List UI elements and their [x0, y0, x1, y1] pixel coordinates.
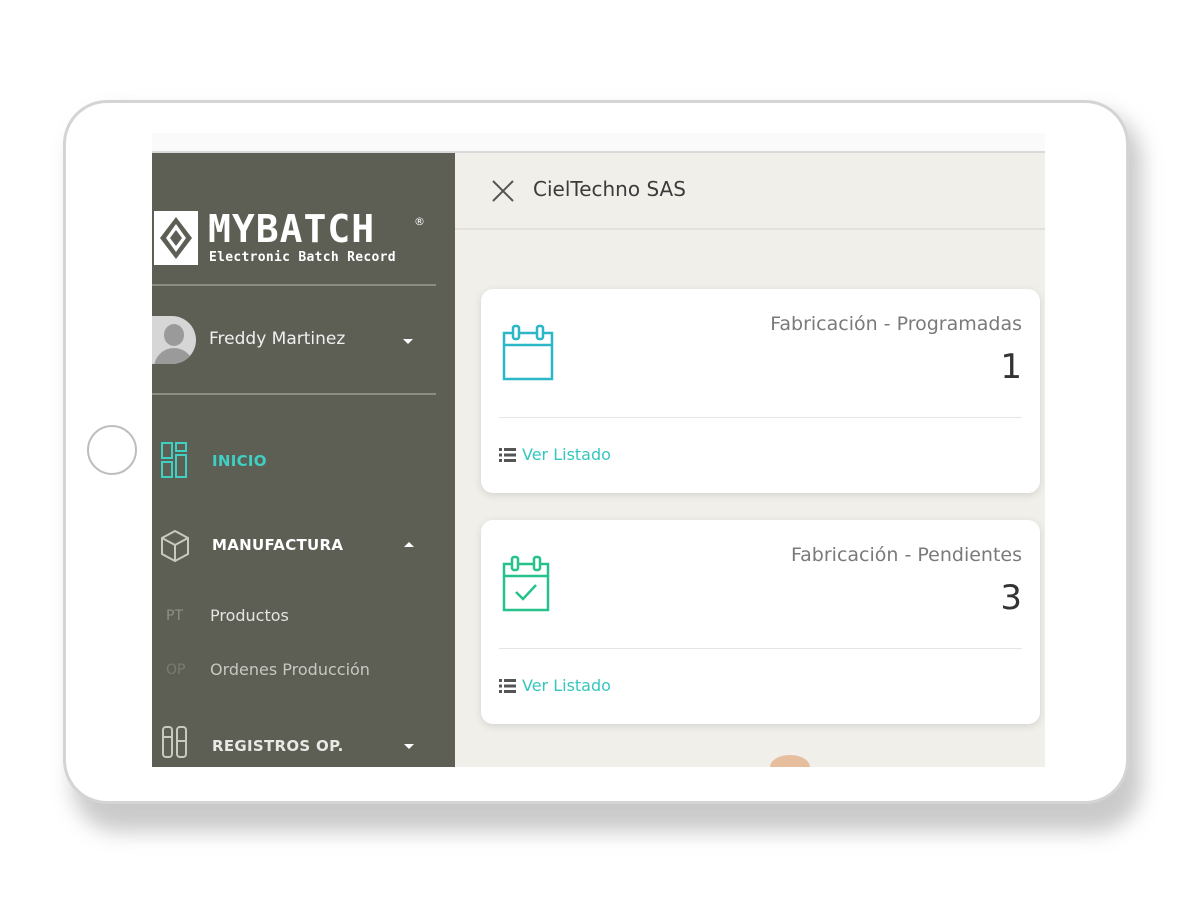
- box-icon: [161, 529, 189, 563]
- app-screen: MYBATCH ® Electronic Batch Record Freddy…: [152, 133, 1045, 767]
- chevron-down-icon: [403, 339, 413, 344]
- list-icon: [499, 448, 516, 462]
- chevron-up-icon: [404, 542, 414, 547]
- sidebar-item-productos[interactable]: PT Productos: [152, 602, 442, 632]
- top-band: [152, 133, 1045, 153]
- nav-item-manufactura[interactable]: MANUFACTURA: [152, 529, 442, 573]
- card-fabricacion-programadas: Fabricación - Programadas 1 Ver Listado: [481, 289, 1040, 493]
- card-title: Fabricación - Pendientes: [790, 544, 1022, 566]
- user-name: Freddy Martinez: [209, 329, 346, 349]
- card-count: 3: [1000, 578, 1022, 618]
- sidebar-divider: [152, 284, 436, 286]
- chevron-down-icon: [404, 744, 414, 749]
- nav-label-registros: REGISTROS OP.: [212, 737, 344, 755]
- calendar-icon: [502, 324, 554, 381]
- card-title: Fabricación - Programadas: [770, 313, 1022, 335]
- sub-label: Productos: [210, 606, 289, 625]
- sidebar: MYBATCH ® Electronic Batch Record Freddy…: [152, 153, 455, 767]
- nav-item-inicio[interactable]: INICIO: [152, 441, 442, 485]
- main-header: CielTechno SAS: [455, 153, 1045, 230]
- company-name: CielTechno SAS: [533, 177, 686, 201]
- tablet-home-button[interactable]: [87, 425, 137, 475]
- link-text: Ver Listado: [522, 676, 611, 695]
- link-text: Ver Listado: [522, 445, 611, 464]
- nav-item-registros-op[interactable]: REGISTROS OP.: [152, 723, 442, 767]
- nav-label-manufactura: MANUFACTURA: [212, 536, 344, 554]
- brand-logo[interactable]: MYBATCH ® Electronic Batch Record: [152, 191, 442, 271]
- nav-label-inicio: INICIO: [212, 452, 267, 470]
- brand-name: MYBATCH: [208, 207, 376, 251]
- sidebar-divider: [152, 393, 436, 395]
- brand-tagline: Electronic Batch Record: [209, 250, 396, 265]
- test-tubes-icon: [162, 726, 187, 758]
- list-icon: [499, 679, 516, 693]
- avatar: [152, 316, 196, 364]
- sub-abbr: PT: [166, 608, 183, 624]
- cursor-blob: [770, 755, 810, 767]
- brand-registered-mark: ®: [414, 215, 425, 228]
- sub-abbr: OP: [166, 662, 186, 678]
- card-divider: [499, 648, 1022, 649]
- user-menu[interactable]: Freddy Martinez: [152, 313, 442, 369]
- main-content: CielTechno SAS Fabricación - Programadas…: [455, 153, 1045, 767]
- calendar-check-icon: [502, 555, 550, 612]
- sidebar-item-ordenes-produccion[interactable]: OP Ordenes Producción: [152, 656, 442, 686]
- dashboard-icon: [161, 442, 187, 478]
- card-fabricacion-pendientes: Fabricación - Pendientes 3 Ver Listado: [481, 520, 1040, 724]
- sub-label: Ordenes Producción: [210, 660, 370, 679]
- card-divider: [499, 417, 1022, 418]
- close-icon[interactable]: [491, 179, 515, 203]
- logo-mark-icon: [154, 211, 198, 265]
- card-count: 1: [1000, 347, 1022, 387]
